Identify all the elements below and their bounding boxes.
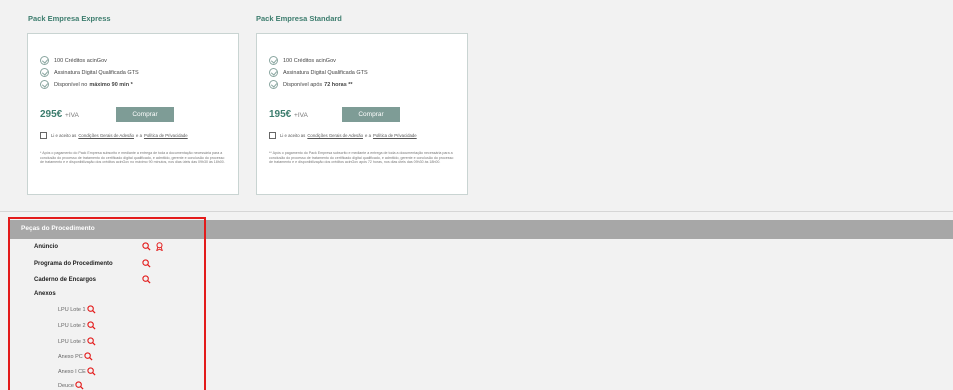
pack-express-card: 100 Créditos acinGov Assinatura Digital … xyxy=(27,33,239,195)
pack-express-title: Pack Empresa Express xyxy=(28,14,111,23)
feature-availability: Disponível após 72 horas ** xyxy=(269,80,353,89)
feature-signature: Assinatura Digital Qualificada GTS xyxy=(40,68,139,77)
terms-checkbox[interactable] xyxy=(40,132,47,139)
terms-row: Li e aceito as Condições Gerais de Adesã… xyxy=(40,132,190,139)
feature-signature: Assinatura Digital Qualificada GTS xyxy=(269,68,368,77)
price: 295€ +IVA xyxy=(40,109,79,120)
check-circle-icon xyxy=(40,56,49,65)
check-circle-icon xyxy=(269,56,278,65)
terms-row: Li e aceito as Condições Gerais de Adesã… xyxy=(269,132,419,139)
check-circle-icon xyxy=(40,80,49,89)
feature-availability: Disponível no máximo 90 min * xyxy=(40,80,133,89)
packs-section: Pack Empresa Express 100 Créditos acinGo… xyxy=(0,0,953,212)
pack-note: ** Após o pagamento do Pack Empresa subs… xyxy=(269,151,454,165)
terms-link[interactable]: Condições Gerais de Adesão xyxy=(307,133,363,138)
terms-checkbox[interactable] xyxy=(269,132,276,139)
buy-button[interactable]: Comprar xyxy=(116,107,174,122)
buy-button[interactable]: Comprar xyxy=(342,107,400,122)
pack-standard-card: 100 Créditos acinGov Assinatura Digital … xyxy=(256,33,468,195)
pack-standard-title: Pack Empresa Standard xyxy=(256,14,342,23)
feature-credits: 100 Créditos acinGov xyxy=(40,56,107,65)
divider xyxy=(0,211,953,212)
pack-note: * Após o pagamento do Pack Empresa subsc… xyxy=(40,151,225,165)
feature-credits: 100 Créditos acinGov xyxy=(269,56,336,65)
check-circle-icon xyxy=(40,68,49,77)
privacy-link[interactable]: Política de Privacidade xyxy=(144,133,188,138)
price: 195€ +IVA xyxy=(269,109,308,120)
highlight-frame xyxy=(8,217,206,390)
check-circle-icon xyxy=(269,68,278,77)
privacy-link[interactable]: Política de Privacidade xyxy=(373,133,417,138)
check-circle-icon xyxy=(269,80,278,89)
terms-link[interactable]: Condições Gerais de Adesão xyxy=(78,133,134,138)
